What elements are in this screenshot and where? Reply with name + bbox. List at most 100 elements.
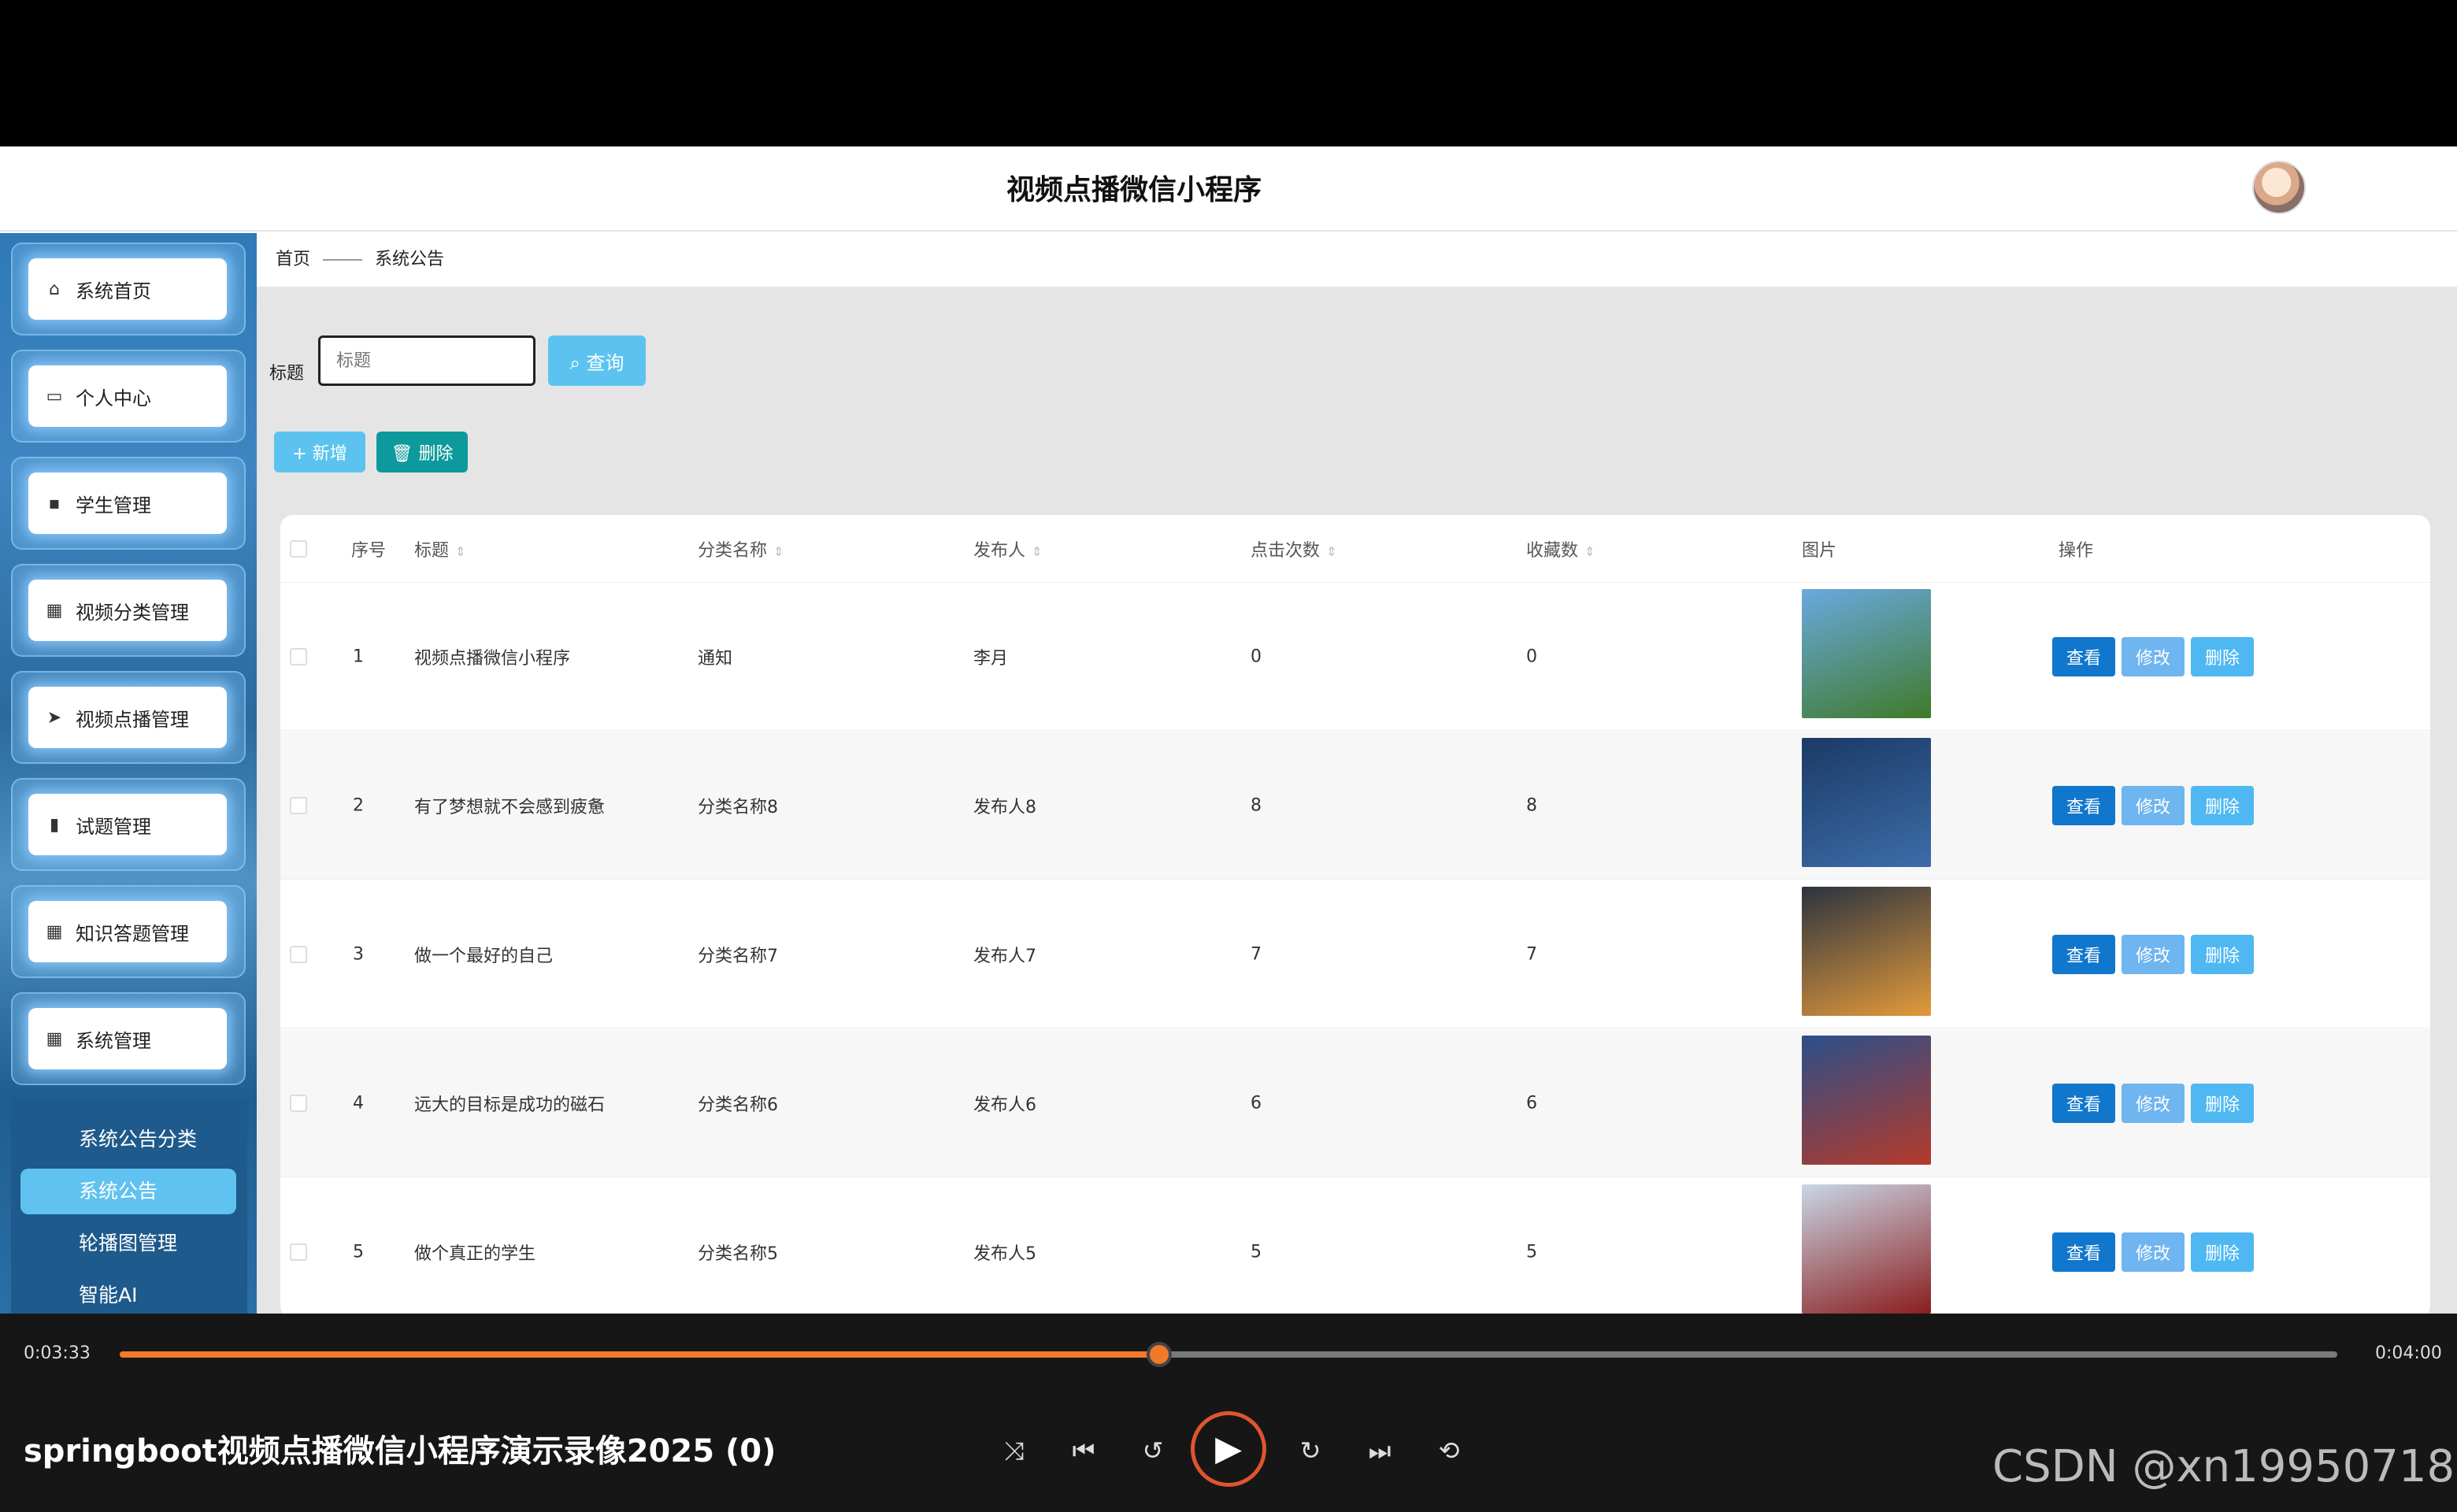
cell-clicks: 8	[1251, 795, 1262, 815]
next-icon[interactable]: ⏭	[1361, 1432, 1399, 1469]
delete-button-label: 删除	[418, 444, 454, 464]
cell-favorites: 7	[1526, 944, 1537, 964]
bar-chart-icon: ▮	[49, 814, 60, 835]
view-button[interactable]: 查看	[2052, 934, 2115, 974]
avatar[interactable]	[2252, 161, 2306, 214]
cell-favorites: 0	[1526, 647, 1537, 666]
table-row: 3 做一个最好的自己 分类名称7 发布人7 7 7 查看 修改 删除	[280, 880, 2430, 1028]
sidebar-item-questions[interactable]: ▮ 试题管理	[11, 778, 246, 871]
table-row: 5 做个真正的学生 分类名称5 发布人5 5 5 查看 修改 删除	[280, 1178, 2430, 1314]
select-all-checkbox[interactable]	[290, 539, 307, 558]
edit-button[interactable]: 修改	[2122, 1232, 2185, 1272]
header-clicks[interactable]: 点击次数 ⇕	[1251, 536, 1336, 561]
delete-button[interactable]: 删除	[2191, 934, 2254, 974]
sidebar-button[interactable]: ▦ 知识答题管理	[28, 901, 227, 962]
view-button[interactable]: 查看	[2052, 1232, 2115, 1272]
cell-image[interactable]	[1802, 887, 1931, 1016]
sort-icon[interactable]: ⇕	[1032, 544, 1042, 559]
header-category[interactable]: 分类名称 ⇕	[698, 536, 784, 561]
trash-icon: 🗑	[391, 444, 413, 464]
breadcrumb-separator	[323, 259, 363, 261]
header-favorites[interactable]: 收藏数 ⇕	[1526, 536, 1595, 561]
progress-knob[interactable]	[1147, 1342, 1173, 1367]
row-checkbox[interactable]	[290, 796, 307, 814]
sidebar-item-profile[interactable]: ▭ 个人中心	[11, 350, 246, 443]
play-icon[interactable]: ▶	[1191, 1411, 1266, 1487]
header-actions: 操作	[2059, 540, 2094, 561]
view-button[interactable]: 查看	[2052, 785, 2115, 825]
cell-publisher: 发布人6	[973, 1095, 1036, 1115]
row-actions: 查看 修改 删除	[2052, 636, 2254, 676]
sidebar-item-video-category[interactable]: ▦ 视频分类管理	[11, 564, 246, 657]
view-button[interactable]: 查看	[2052, 636, 2115, 676]
cell-index: 4	[353, 1093, 364, 1113]
rewind-10-icon[interactable]: ↺	[1134, 1432, 1172, 1469]
header-publisher[interactable]: 发布人 ⇕	[973, 536, 1042, 561]
delete-button[interactable]: 删除	[2191, 785, 2254, 825]
sort-icon[interactable]: ⇕	[1584, 544, 1595, 559]
cell-favorites: 8	[1526, 795, 1537, 815]
sidebar-button[interactable]: ➤ 视频点播管理	[28, 687, 227, 748]
sidebar-button[interactable]: ▦ 系统管理	[28, 1008, 227, 1069]
sidebar-button[interactable]: ▦ 视频分类管理	[28, 580, 227, 641]
edit-button[interactable]: 修改	[2122, 785, 2185, 825]
cell-title: 做一个最好的自己	[414, 946, 554, 966]
breadcrumb-home[interactable]: 首页	[276, 250, 310, 269]
delete-button[interactable]: 删除	[2191, 1083, 2254, 1123]
search-input[interactable]	[318, 335, 536, 386]
edit-button[interactable]: 修改	[2122, 636, 2185, 676]
sort-icon[interactable]: ⇕	[455, 544, 465, 559]
cell-index: 5	[353, 1242, 364, 1262]
view-button[interactable]: 查看	[2052, 1083, 2115, 1123]
cell-favorites: 5	[1526, 1242, 1537, 1262]
header-category-label: 分类名称	[698, 540, 768, 561]
cell-image[interactable]	[1802, 589, 1931, 718]
submenu-notice-category[interactable]: 系统公告分类	[20, 1117, 236, 1162]
row-checkbox[interactable]	[290, 945, 307, 963]
batch-delete-button[interactable]: 🗑 删除	[376, 432, 468, 472]
table-row: 4 远大的目标是成功的磁石 分类名称6 发布人6 6 6 查看 修改 删除	[280, 1029, 2430, 1177]
edit-button[interactable]: 修改	[2122, 1083, 2185, 1123]
row-checkbox[interactable]	[290, 1094, 307, 1112]
sidebar-item-label: 视频分类管理	[76, 601, 189, 624]
cell-image[interactable]	[1802, 1036, 1931, 1165]
sidebar-button[interactable]: ⌂ 系统首页	[28, 258, 227, 320]
sidebar-item-system[interactable]: ▦ 系统管理	[11, 992, 246, 1085]
submenu-notice[interactable]: 系统公告	[20, 1169, 236, 1214]
cell-category: 分类名称7	[698, 946, 778, 966]
sidebar-item-home[interactable]: ⌂ 系统首页	[11, 243, 246, 335]
submenu-carousel[interactable]: 轮播图管理	[20, 1221, 236, 1266]
cell-clicks: 0	[1251, 647, 1262, 666]
forward-30-icon[interactable]: ↻	[1292, 1432, 1329, 1469]
sort-icon[interactable]: ⇕	[773, 544, 784, 559]
shuffle-icon[interactable]: ⤨	[995, 1432, 1033, 1469]
delete-button[interactable]: 删除	[2191, 636, 2254, 676]
row-actions: 查看 修改 删除	[2052, 934, 2254, 974]
repeat-off-icon[interactable]: ⟲	[1430, 1432, 1468, 1469]
delete-button[interactable]: 删除	[2191, 1232, 2254, 1272]
previous-icon[interactable]: ⏮	[1065, 1432, 1102, 1469]
sidebar-button[interactable]: ▪ 学生管理	[28, 472, 227, 534]
cell-clicks: 7	[1251, 944, 1262, 964]
sort-icon[interactable]: ⇕	[1326, 544, 1336, 559]
add-button[interactable]: + 新增	[274, 432, 365, 472]
header-publisher-label: 发布人	[973, 540, 1026, 561]
sidebar-item-students[interactable]: ▪ 学生管理	[11, 457, 246, 550]
cell-image[interactable]	[1802, 738, 1931, 867]
edit-button[interactable]: 修改	[2122, 934, 2185, 974]
header-title[interactable]: 标题 ⇕	[414, 536, 465, 561]
sidebar-button[interactable]: ▮ 试题管理	[28, 794, 227, 855]
send-icon: ➤	[46, 707, 62, 728]
cell-image[interactable]	[1802, 1184, 1931, 1314]
submenu-ai[interactable]: 智能AI	[20, 1273, 236, 1314]
sidebar-button[interactable]: ▭ 个人中心	[28, 365, 227, 427]
sidebar-item-video-vod[interactable]: ➤ 视频点播管理	[11, 671, 246, 764]
main-content: 标题 ⌕ 查询 + 新增 🗑 删除 序号 标题 ⇕ 分类名称 ⇕ 发布人 ⇕ 点击次数…	[257, 287, 2457, 1314]
sidebar-item-label: 系统首页	[76, 280, 151, 302]
progress-track[interactable]	[120, 1342, 2337, 1367]
sidebar-item-quiz[interactable]: ▦ 知识答题管理	[11, 885, 246, 978]
row-checkbox[interactable]	[290, 1243, 307, 1261]
row-checkbox[interactable]	[290, 647, 307, 665]
search-button[interactable]: ⌕ 查询	[548, 335, 646, 386]
search-button-label: 查询	[586, 351, 624, 374]
